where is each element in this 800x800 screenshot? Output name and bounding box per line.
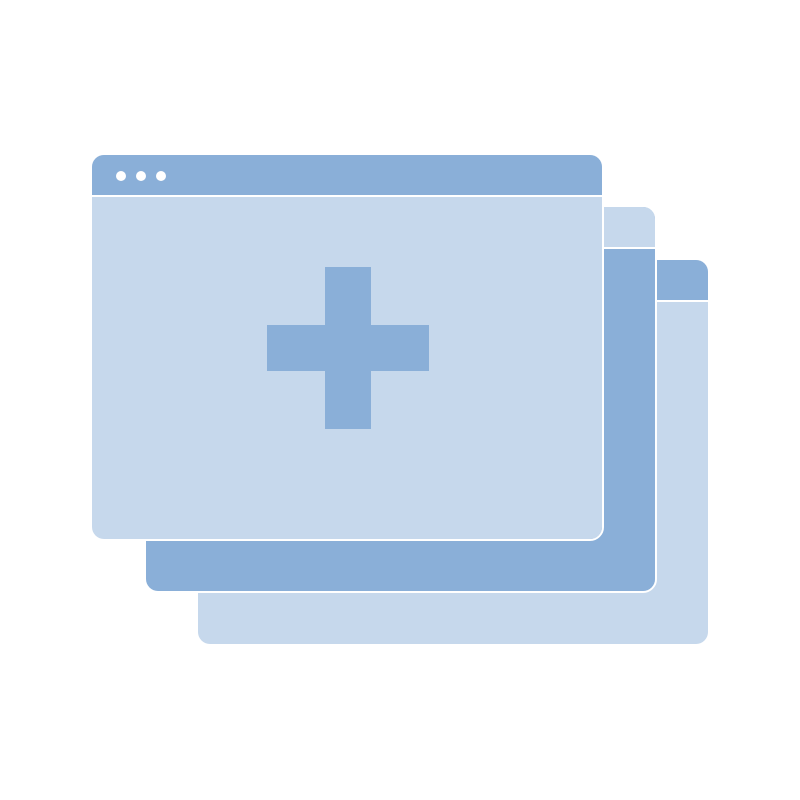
front-window-divider — [92, 195, 602, 197]
browser-window-icon — [90, 153, 604, 541]
window-dot-icon — [116, 171, 126, 181]
window-dot-icon — [156, 171, 166, 181]
stacked-windows-icon — [0, 0, 800, 800]
window-dot-icon — [136, 171, 146, 181]
plus-horizontal-stroke — [267, 325, 429, 371]
window-controls — [116, 171, 166, 181]
front-window-titlebar — [92, 155, 602, 195]
